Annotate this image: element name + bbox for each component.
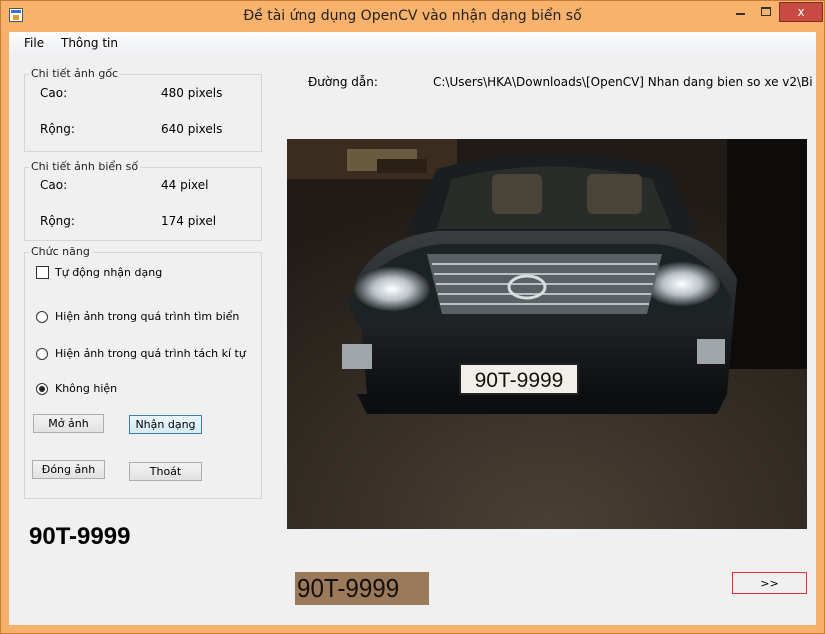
plate-height-value: 44 pixel <box>161 178 209 192</box>
original-width-label: Rộng: <box>40 122 75 136</box>
maximize-icon <box>761 7 771 16</box>
original-width-value: 640 pixels <box>161 122 223 136</box>
plate-crop-image: 90T-9999 <box>295 572 429 605</box>
functions-group: Chức năng Tự động nhận dạng Hiện ảnh tro… <box>24 245 262 499</box>
show-find-plate-radio[interactable] <box>36 311 48 323</box>
original-height-label: Cao: <box>40 86 68 100</box>
menu-bar: File Thông tin <box>9 32 816 54</box>
no-show-label[interactable]: Không hiện <box>55 382 117 395</box>
no-show-radio[interactable] <box>36 383 48 395</box>
plate-image-group: Chi tiết ảnh biển số Cao: 44 pixel Rộng:… <box>24 160 262 241</box>
close-icon: x <box>797 5 805 19</box>
show-find-plate-label[interactable]: Hiện ảnh trong quá trình tìm biển <box>55 310 239 323</box>
car-photo: 90T-9999 <box>287 139 807 529</box>
path-label: Đường dẫn: <box>308 75 378 89</box>
plate-width-label: Rộng: <box>40 214 75 228</box>
menu-info[interactable]: Thông tin <box>61 36 118 50</box>
auto-recognize-label[interactable]: Tự động nhận dạng <box>55 266 162 279</box>
auto-recognize-checkbox[interactable] <box>36 266 49 279</box>
path-value: C:\Users\HKA\Downloads\[OpenCV] Nhan dan… <box>433 75 813 89</box>
show-split-chars-radio[interactable] <box>36 348 48 360</box>
window-title: Đề tài ứng dụng OpenCV vào nhận dạng biể… <box>243 8 582 24</box>
car-photo-illustration: 90T-9999 <box>287 139 807 529</box>
plate-height-label: Cao: <box>40 178 68 192</box>
show-split-chars-label[interactable]: Hiện ảnh trong quá trình tách kí tự <box>55 347 246 360</box>
menu-file[interactable]: File <box>24 36 44 50</box>
exit-button[interactable]: Thoát <box>129 462 202 481</box>
functions-group-title: Chức năng <box>29 245 92 258</box>
client-area: File Thông tin Chi tiết ảnh gốc Cao: 480… <box>9 32 816 625</box>
app-window: Đề tài ứng dụng OpenCV vào nhận dạng biể… <box>0 0 825 634</box>
next-button[interactable]: >> <box>732 572 807 594</box>
plate-crop-text: 90T-9999 <box>297 573 400 603</box>
plate-image-group-title: Chi tiết ảnh biển số <box>29 160 141 173</box>
car-plate-text: 90T-9999 <box>475 369 564 392</box>
open-image-button[interactable]: Mở ảnh <box>33 414 104 433</box>
minimize-button[interactable] <box>727 2 753 22</box>
original-image-group: Chi tiết ảnh gốc Cao: 480 pixels Rộng: 6… <box>24 67 262 152</box>
maximize-button[interactable] <box>753 2 779 22</box>
original-image-group-title: Chi tiết ảnh gốc <box>29 67 121 80</box>
original-height-value: 480 pixels <box>161 86 223 100</box>
recognized-plate-text: 90T-9999 <box>29 523 131 550</box>
minimize-icon <box>735 12 745 15</box>
plate-width-value: 174 pixel <box>161 214 217 228</box>
title-bar[interactable]: Đề tài ứng dụng OpenCV vào nhận dạng biể… <box>1 1 824 31</box>
close-image-button[interactable]: Đóng ảnh <box>32 460 105 479</box>
recognize-button[interactable]: Nhận dạng <box>129 415 202 434</box>
close-button[interactable]: x <box>779 2 823 22</box>
